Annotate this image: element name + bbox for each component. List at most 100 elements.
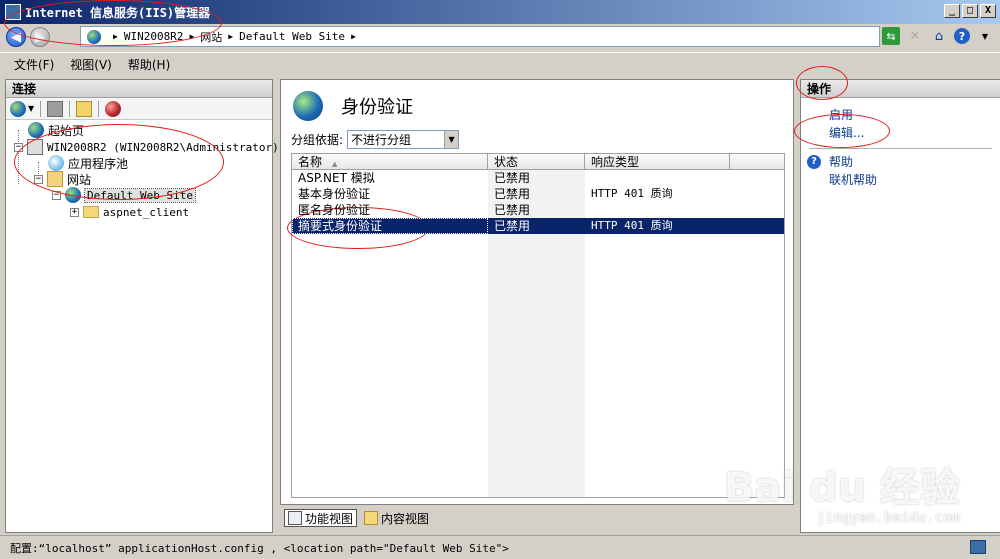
list-row-digest-auth[interactable]: 摘要式身份验证 已禁用 HTTP 401 质询: [292, 218, 784, 234]
content-view-icon: [364, 511, 379, 525]
group-by-select[interactable]: 不进行分组 ▼: [347, 130, 460, 149]
feature-panel: 身份验证 分组依据: 不进行分组 ▼ 名称 ▲ 状态 响应类型 ASP.NET 模…: [280, 79, 794, 505]
list-row-aspnet-impersonation[interactable]: ASP.NET 模拟 已禁用: [292, 170, 784, 186]
minimize-button[interactable]: _: [944, 4, 960, 18]
authentication-list: 名称 ▲ 状态 响应类型 ASP.NET 模拟 已禁用 基本身份验证 已禁用 HT…: [291, 153, 785, 498]
cell-response: [585, 202, 730, 218]
cell-status: 已禁用: [494, 187, 531, 201]
tree-item-label: Default Web Site: [84, 187, 196, 203]
chevron-right-icon[interactable]: ▶: [228, 32, 233, 41]
list-row-anonymous-auth[interactable]: 匿名身份验证 已禁用: [292, 202, 784, 218]
forward-arrow-icon[interactable]: ▶: [30, 27, 50, 47]
maximize-button[interactable]: □: [962, 4, 978, 18]
cell-response: HTTP 401 质询: [591, 219, 673, 232]
breadcrumb[interactable]: ▶ WIN2008R2 ▶ 网站 ▶ Default Web Site ▶: [80, 26, 880, 47]
breadcrumb-site[interactable]: Default Web Site: [239, 30, 345, 43]
tree-item-sites[interactable]: − 网站: [34, 171, 91, 187]
baidu-watermark: Bai du 经验: [723, 465, 960, 511]
page-title: 身份验证: [341, 97, 413, 118]
tree-item-start-page[interactable]: 起始页: [28, 122, 84, 138]
group-by-bar: 分组依据: 不进行分组 ▼: [291, 130, 460, 149]
tree-item-label: WIN2008R2 (WIN2008R2\Administrator): [47, 140, 279, 154]
chevron-right-icon[interactable]: ▶: [113, 32, 118, 41]
sort-ascending-icon: ▲: [332, 160, 338, 168]
tab-label: 内容视图: [381, 511, 430, 526]
stop-icon[interactable]: ✕: [906, 27, 924, 45]
actions-header: 操作: [801, 80, 1000, 98]
action-edit[interactable]: 编辑...: [801, 124, 1000, 142]
cell-name: 匿名身份验证: [298, 203, 371, 217]
tree-item-label: 起始页: [48, 123, 85, 138]
chevron-down-icon[interactable]: ▼: [444, 131, 459, 148]
tree-item-server[interactable]: − WIN2008R2 (WIN2008R2\Administrator): [14, 139, 279, 155]
list-row-basic-auth[interactable]: 基本身份验证 已禁用 HTTP 401 质询: [292, 186, 784, 202]
menu-file[interactable]: 文件(F): [14, 56, 54, 73]
collapse-icon[interactable]: −: [52, 190, 61, 200]
network-status-icon: [970, 540, 986, 554]
menu-help[interactable]: 帮助(H): [128, 56, 170, 73]
tab-content-view[interactable]: 内容视图: [361, 509, 432, 527]
group-by-label: 分组依据:: [291, 133, 344, 147]
status-text: 配置:“localhost” applicationHost.config , …: [10, 541, 509, 555]
window-controls: _ □ X: [944, 4, 996, 18]
cell-response: HTTP 401 质询: [591, 187, 673, 200]
up-folder-icon[interactable]: [76, 100, 93, 117]
tree-item-label: 应用程序池: [68, 156, 129, 171]
disconnect-icon[interactable]: [105, 100, 122, 117]
globe-icon: [87, 29, 101, 44]
website-globe-icon: [65, 187, 81, 203]
toolbar-separator: [40, 100, 42, 117]
list-rows: ASP.NET 模拟 已禁用 基本身份验证 已禁用 HTTP 401 质询 匿名…: [292, 170, 784, 234]
cell-name: 基本身份验证: [298, 187, 371, 201]
breadcrumb-server[interactable]: WIN2008R2: [124, 30, 184, 43]
menu-view[interactable]: 视图(V): [70, 56, 112, 73]
tab-features-view[interactable]: 功能视图: [284, 509, 358, 527]
chevron-down-icon[interactable]: ▼: [28, 104, 34, 113]
address-toolbar: ⇆ ✕ ⌂ ? ▼: [882, 27, 994, 45]
save-icon[interactable]: [47, 100, 64, 117]
home-icon[interactable]: ⌂: [930, 27, 948, 45]
tree-item-app-pools[interactable]: 应用程序池: [48, 155, 128, 171]
folder-icon: [83, 206, 99, 218]
column-header-status[interactable]: 状态: [488, 154, 585, 169]
connections-panel: 连接 ▼ 起始页 − WIN2008R2 (WIN2008R2\Administ…: [5, 79, 279, 533]
action-enable[interactable]: 启用: [801, 106, 1000, 124]
start-page-icon: [28, 122, 44, 138]
window-title: Internet 信息服务(IIS)管理器: [25, 5, 211, 20]
baidu-watermark-url: jingyan.baidu.com: [816, 510, 960, 526]
toolbar-separator: [98, 100, 100, 117]
close-button[interactable]: X: [980, 4, 996, 18]
tree-item-label: aspnet_client: [103, 205, 190, 219]
chevron-right-icon[interactable]: ▶: [189, 32, 194, 41]
tree-item-default-web-site[interactable]: − Default Web Site: [52, 187, 196, 203]
group-by-value: 不进行分组: [351, 133, 412, 147]
cell-response: [585, 170, 730, 186]
collapse-icon[interactable]: −: [14, 142, 23, 152]
connect-globe-icon[interactable]: [10, 100, 26, 117]
column-header-name[interactable]: 名称 ▲: [292, 154, 488, 169]
action-online-help[interactable]: 联机帮助: [801, 171, 1000, 189]
chevron-right-icon[interactable]: ▶: [351, 32, 356, 41]
iis-app-icon: [5, 4, 21, 20]
action-help-label: 帮助: [829, 155, 854, 169]
features-view-icon: [288, 511, 302, 525]
action-help[interactable]: ? 帮助: [801, 153, 1000, 171]
tree-item-label: 网站: [67, 172, 92, 187]
back-arrow-icon[interactable]: ◀: [6, 27, 26, 47]
collapse-icon[interactable]: −: [34, 174, 43, 184]
list-header: 名称 ▲ 状态 响应类型: [292, 154, 784, 170]
connections-toolbar: ▼: [6, 98, 272, 120]
cell-status: 已禁用: [494, 219, 531, 233]
refresh-icon[interactable]: ⇆: [882, 27, 900, 45]
address-bar: ◀ ▶ ▶ WIN2008R2 ▶ 网站 ▶ Default Web Site …: [0, 24, 1000, 50]
column-header-response-type[interactable]: 响应类型: [585, 154, 730, 169]
expand-icon[interactable]: +: [70, 207, 79, 217]
tree-item-aspnet-client[interactable]: + aspnet_client: [70, 204, 189, 220]
cell-status: 已禁用: [494, 171, 531, 185]
chevron-down-icon[interactable]: ▼: [976, 27, 994, 45]
sites-folder-icon: [47, 171, 63, 187]
title-bar: Internet 信息服务(IIS)管理器 _ □ X: [0, 0, 1000, 24]
breadcrumb-sites[interactable]: 网站: [200, 29, 222, 45]
help-icon[interactable]: ?: [954, 28, 970, 44]
cell-name: ASP.NET 模拟: [298, 171, 375, 185]
